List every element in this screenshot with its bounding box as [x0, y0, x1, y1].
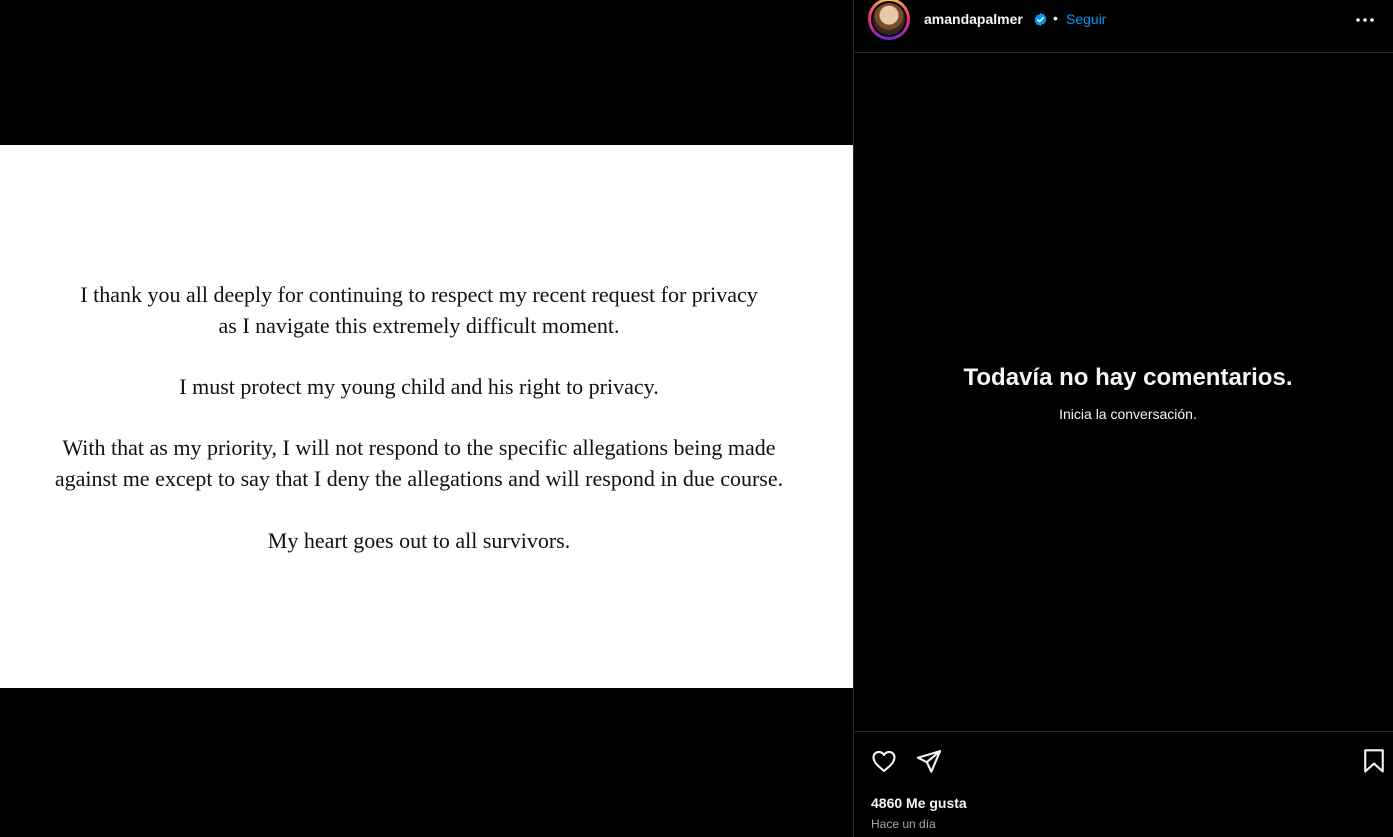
statement-line: I must protect my young child and his ri…	[179, 374, 659, 399]
post-actions-bar: 4860 Me gusta Hace un día	[854, 731, 1393, 837]
statement-line: as I navigate this extremely difficult m…	[218, 313, 620, 338]
no-comments-title: Todavía no hay comentarios.	[963, 364, 1293, 391]
statement-text: I thank you all deeply for continuing to…	[0, 145, 853, 688]
statement-line: against me except to say that I deny the…	[54, 466, 784, 491]
statement-paragraph-1: I thank you all deeply for continuing to…	[0, 279, 838, 341]
statement-line: My heart goes out to all survivors.	[267, 528, 571, 553]
post-header: amandapalmer • Seguir	[854, 0, 1393, 53]
avatar-image	[873, 3, 905, 35]
instagram-post-view: I thank you all deeply for continuing to…	[0, 0, 1393, 837]
statement-line: With that as my priority, I will not res…	[62, 435, 776, 460]
avatar-border	[871, 1, 907, 37]
follow-button[interactable]: Seguir	[1066, 11, 1106, 27]
post-timestamp[interactable]: Hace un día	[871, 817, 936, 831]
post-media: I thank you all deeply for continuing to…	[0, 0, 853, 837]
post-image[interactable]: I thank you all deeply for continuing to…	[0, 145, 853, 688]
username-link[interactable]: amandapalmer	[924, 11, 1023, 27]
statement-paragraph-3: With that as my priority, I will not res…	[0, 432, 838, 494]
statement-line: I thank you all deeply for continuing to…	[80, 282, 758, 307]
statement-paragraph-4: My heart goes out to all survivors.	[0, 525, 838, 556]
start-conversation-text: Inicia la conversación.	[1059, 406, 1197, 422]
avatar[interactable]	[868, 0, 910, 40]
more-options-icon[interactable]	[1352, 9, 1380, 31]
separator-dot: •	[1053, 10, 1058, 26]
likes-count[interactable]: 4860 Me gusta	[871, 795, 967, 811]
verified-badge-icon	[1033, 12, 1048, 27]
post-side-panel: amandapalmer • Seguir Todavía no hay com…	[853, 0, 1393, 837]
bookmark-icon[interactable]	[1360, 747, 1388, 775]
statement-paragraph-2: I must protect my young child and his ri…	[0, 371, 838, 402]
send-icon[interactable]	[915, 747, 943, 775]
heart-icon[interactable]	[870, 747, 898, 775]
